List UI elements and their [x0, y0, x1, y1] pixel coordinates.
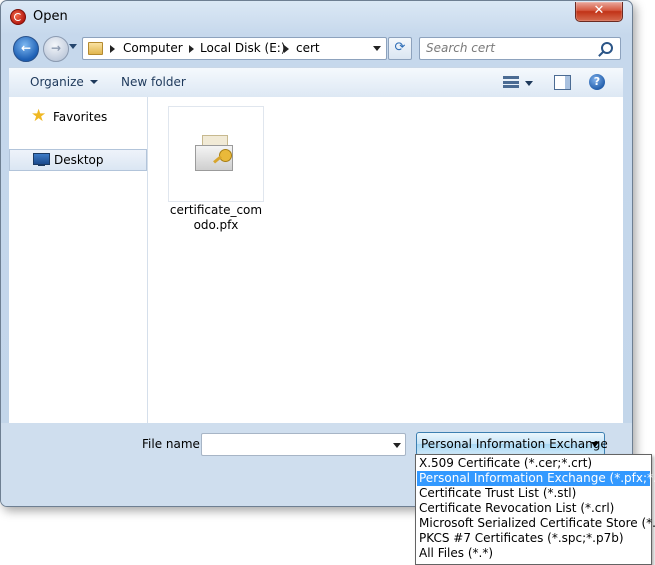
open-dialog: Open ✕ ← → Computer Local Disk (E:) cert… [0, 0, 633, 507]
file-type-dropdown-list: X.509 Certificate (*.cer;*.crt) Personal… [415, 454, 655, 565]
file-name-dropdown-icon[interactable] [393, 443, 401, 448]
file-type-option[interactable]: Personal Information Exchange (*.pfx;*.p… [417, 471, 655, 486]
search-box[interactable] [419, 37, 621, 60]
search-icon[interactable] [601, 42, 613, 54]
address-bar[interactable]: Computer Local Disk (E:) cert [82, 37, 387, 60]
preview-pane-icon[interactable] [554, 75, 571, 90]
help-icon[interactable]: ? [589, 74, 605, 90]
close-button[interactable]: ✕ [575, 2, 623, 22]
new-folder-button[interactable]: New folder [121, 75, 186, 89]
file-name-input[interactable] [206, 436, 386, 451]
file-name-label: File name: [142, 437, 204, 451]
organize-menu[interactable]: Organize [30, 75, 98, 89]
back-button[interactable]: ← [13, 36, 39, 62]
breadcrumb-chevron-icon[interactable] [284, 45, 289, 53]
search-input[interactable] [426, 40, 596, 55]
sidebar-item-label: Desktop [54, 153, 104, 167]
sidebar-item-label: Favorites [53, 110, 108, 124]
file-list[interactable]: certificate_comodo.pfx [148, 97, 623, 423]
command-bar: Organize New folder ? [9, 67, 623, 98]
refresh-button[interactable]: ⟳ [388, 37, 412, 60]
file-type-option[interactable]: All Files (*.*) [417, 546, 650, 561]
recent-pages-dropdown-icon[interactable] [69, 44, 77, 49]
window-title: Open [33, 9, 68, 24]
file-type-option[interactable]: PKCS #7 Certificates (*.spc;*.p7b) [417, 531, 650, 546]
change-view-icon[interactable] [503, 76, 519, 88]
file-type-option[interactable]: X.509 Certificate (*.cer;*.crt) [417, 456, 650, 471]
address-dropdown-icon[interactable] [373, 46, 381, 51]
file-type-selected: Personal Information Exchange [421, 437, 608, 451]
chevron-down-icon [591, 442, 599, 447]
file-name: certificate_comodo.pfx [169, 203, 263, 232]
organize-label: Organize [30, 75, 84, 89]
star-icon: ★ [31, 106, 47, 126]
forward-button[interactable]: → [43, 36, 69, 62]
breadcrumb-cert[interactable]: cert [296, 41, 320, 55]
breadcrumb-chevron-icon[interactable] [110, 45, 115, 53]
file-thumbnail[interactable] [168, 106, 264, 202]
breadcrumb-computer[interactable]: Computer [123, 41, 183, 55]
file-type-select[interactable]: Personal Information Exchange [416, 432, 608, 456]
view-options-dropdown-icon[interactable] [525, 81, 533, 86]
breadcrumb-chevron-icon[interactable] [189, 45, 194, 53]
app-icon [10, 9, 26, 25]
file-type-option[interactable]: Certificate Trust List (*.stl) [417, 486, 650, 501]
title-bar[interactable]: Open ✕ [1, 1, 632, 31]
file-name-combobox[interactable] [201, 433, 406, 456]
certificate-envelope-icon [195, 135, 233, 171]
breadcrumb-local-disk[interactable]: Local Disk (E:) [200, 41, 286, 55]
desktop-icon [33, 153, 50, 166]
file-item[interactable]: certificate_comodo.pfx [168, 106, 264, 236]
sidebar-item-desktop[interactable]: Desktop [9, 149, 147, 171]
file-type-option[interactable]: Certificate Revocation List (*.crl) [417, 501, 650, 516]
chevron-down-icon [89, 80, 98, 84]
file-type-option[interactable]: Microsoft Serialized Certificate Store (… [417, 516, 655, 531]
sidebar-item-favorites[interactable]: ★ Favorites [9, 107, 147, 127]
folder-icon [88, 42, 103, 55]
navigation-pane: ★ Favorites Desktop [9, 97, 148, 423]
